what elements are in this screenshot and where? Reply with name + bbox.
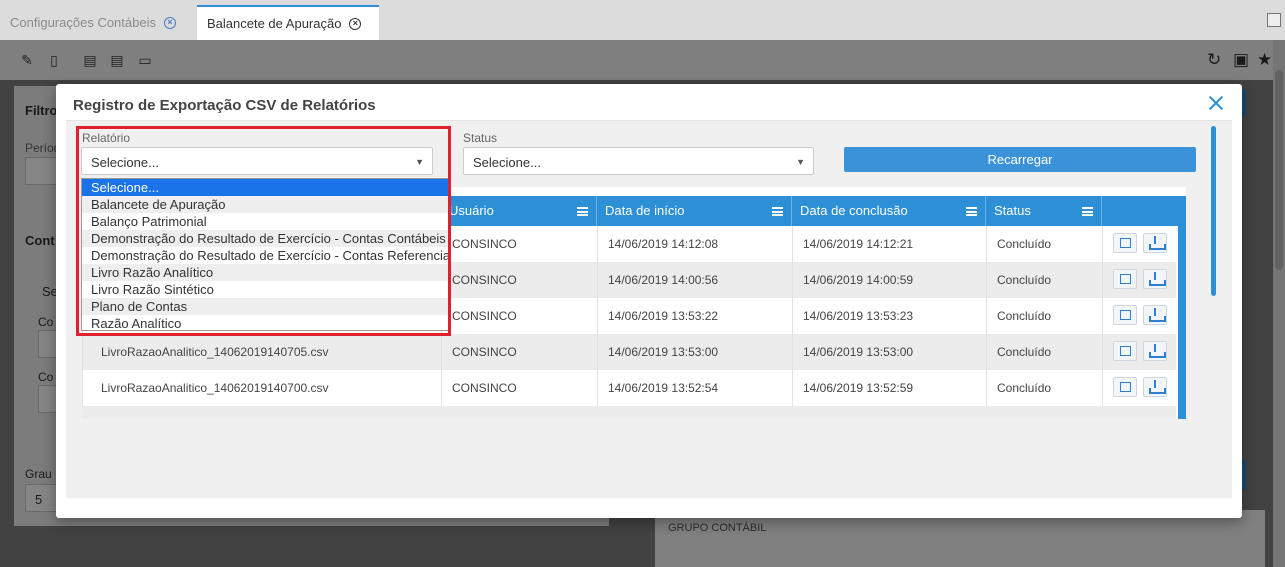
view-log-button[interactable] — [1113, 341, 1137, 361]
tab-configuracoes-contabeis[interactable]: Configurações Contábeis × — [0, 5, 192, 40]
highlight-box — [76, 126, 451, 336]
cell-status: Concluído — [986, 226, 1102, 262]
cell-data-inicio: 14/06/2019 14:00:56 — [597, 262, 792, 298]
table-row-partial — [82, 406, 1176, 419]
cell-data-inicio: 14/06/2019 14:12:08 — [597, 226, 792, 262]
view-log-button[interactable] — [1113, 377, 1137, 397]
monitor-icon — [1120, 274, 1131, 284]
monitor-icon — [1120, 310, 1131, 320]
tab-label: Configurações Contábeis — [10, 15, 156, 30]
cell-actions — [1102, 298, 1178, 334]
cell-data-conclusao: 14/06/2019 14:00:59 — [792, 262, 986, 298]
header-label: Status — [994, 203, 1031, 218]
column-menu-icon[interactable] — [772, 207, 783, 216]
table-row[interactable]: LivroRazaoAnalitico_14062019140705.csv CO… — [82, 334, 1176, 370]
window-menu-icon[interactable] — [1267, 13, 1281, 27]
header-label: Data de início — [605, 203, 685, 218]
cell-actions — [1102, 334, 1178, 370]
table-row[interactable]: LivroRazaoAnalitico_14062019140700.csv CO… — [82, 370, 1176, 406]
tab-label: Balancete de Apuração — [207, 16, 342, 31]
download-button[interactable] — [1143, 341, 1167, 361]
cell-usuario: CONSINCO — [441, 370, 597, 406]
cell-file: LivroRazaoAnalitico_14062019140700.csv — [82, 370, 441, 406]
status-select[interactable]: Selecione... ▼ — [463, 147, 814, 175]
column-menu-icon[interactable] — [577, 207, 588, 216]
cell-usuario: CONSINCO — [441, 334, 597, 370]
close-icon[interactable] — [1208, 95, 1224, 111]
header-usuario[interactable]: Usuário — [441, 196, 597, 226]
tab-balancete-de-apuracao[interactable]: Balancete de Apuração × — [197, 5, 379, 40]
cell-data-conclusao: 14/06/2019 13:53:00 — [792, 334, 986, 370]
column-menu-icon[interactable] — [966, 207, 977, 216]
cell-status: Concluído — [986, 370, 1102, 406]
cell-actions — [1102, 226, 1178, 262]
status-label: Status — [463, 131, 498, 145]
header-actions — [1102, 196, 1186, 226]
cell-actions — [1102, 370, 1178, 406]
status-select-value: Selecione... — [473, 155, 541, 170]
cell-usuario: CONSINCO — [441, 226, 597, 262]
header-status[interactable]: Status — [986, 196, 1102, 226]
download-button[interactable] — [1143, 377, 1167, 397]
view-log-button[interactable] — [1113, 305, 1137, 325]
column-menu-icon[interactable] — [1082, 207, 1093, 216]
chevron-down-icon: ▼ — [796, 157, 805, 167]
download-icon — [1149, 308, 1166, 322]
cell-status: Concluído — [986, 262, 1102, 298]
cell-data-conclusao: 14/06/2019 13:52:59 — [792, 370, 986, 406]
cell-file: LivroRazaoAnalitico_14062019140705.csv — [82, 334, 441, 370]
view-log-button[interactable] — [1113, 269, 1137, 289]
tab-bar: Configurações Contábeis × Balancete de A… — [0, 0, 1285, 40]
monitor-icon — [1120, 238, 1131, 248]
reload-button[interactable]: Recarregar — [844, 147, 1196, 172]
download-icon — [1149, 272, 1166, 286]
close-tab-icon[interactable]: × — [163, 16, 176, 29]
cell-data-conclusao: 14/06/2019 14:12:21 — [792, 226, 986, 262]
download-icon — [1149, 344, 1166, 358]
header-label: Usuário — [449, 203, 494, 218]
header-data-conclusao[interactable]: Data de conclusão — [792, 196, 986, 226]
monitor-icon — [1120, 382, 1131, 392]
header-data-inicio[interactable]: Data de início — [597, 196, 792, 226]
cell-data-inicio: 14/06/2019 13:52:54 — [597, 370, 792, 406]
download-button[interactable] — [1143, 233, 1167, 253]
cell-usuario: CONSINCO — [441, 298, 597, 334]
grid-scrollbar[interactable] — [1178, 226, 1186, 419]
cell-status: Concluído — [986, 334, 1102, 370]
header-label: Data de conclusão — [800, 203, 908, 218]
cell-status: Concluído — [986, 298, 1102, 334]
download-button[interactable] — [1143, 305, 1167, 325]
modal-title: Registro de Exportação CSV de Relatórios — [73, 97, 376, 114]
cell-data-inicio: 14/06/2019 13:53:22 — [597, 298, 792, 334]
download-button[interactable] — [1143, 269, 1167, 289]
cell-usuario: CONSINCO — [441, 262, 597, 298]
cell-data-inicio: 14/06/2019 13:53:00 — [597, 334, 792, 370]
modal-scrollbar[interactable] — [1211, 126, 1216, 296]
monitor-icon — [1120, 346, 1131, 356]
cell-data-conclusao: 14/06/2019 13:53:23 — [792, 298, 986, 334]
cell-actions — [1102, 262, 1178, 298]
view-log-button[interactable] — [1113, 233, 1137, 253]
close-tab-icon[interactable]: × — [349, 17, 362, 30]
download-icon — [1149, 236, 1166, 250]
download-icon — [1149, 380, 1166, 394]
